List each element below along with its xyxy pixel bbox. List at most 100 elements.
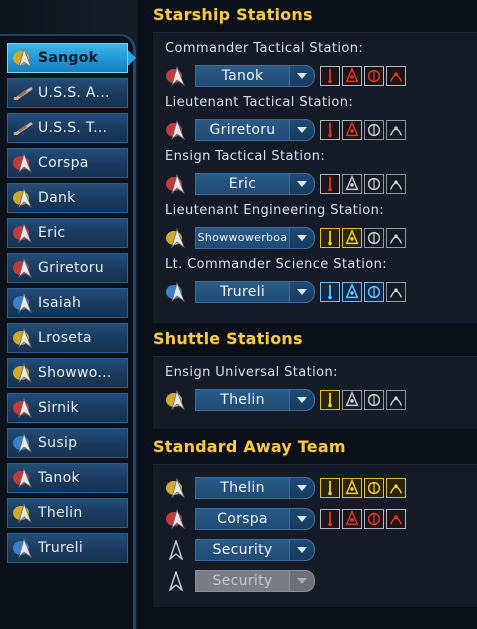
station-label: Lieutenant Engineering Station: (165, 203, 384, 218)
chevron-down-icon[interactable] (289, 539, 315, 561)
delta-badge-blue-icon (8, 534, 38, 562)
engineering-ability-icon[interactable] (386, 478, 406, 498)
engineering-ability-icon[interactable] (342, 478, 362, 498)
chevron-down-icon[interactable] (289, 477, 315, 499)
station-label: Ensign Tactical Station: (165, 149, 326, 164)
tactical-ability-icon[interactable] (386, 66, 406, 86)
tactical-ability-icon[interactable] (342, 120, 362, 140)
sidebar-item-label: Tanok (38, 470, 80, 486)
officer-dropdown-value: Thelin (195, 389, 289, 411)
officer-dropdown[interactable]: Thelin (195, 477, 315, 499)
officer-dropdown[interactable]: Eric (195, 173, 315, 195)
sidebar-item-label: Corspa (38, 155, 89, 171)
science-ability-icon[interactable] (320, 282, 340, 302)
sidebar-item-label: U.S.S. A... (38, 85, 110, 101)
delta-badge-red-icon (8, 254, 38, 282)
chevron-down-icon[interactable] (289, 389, 315, 411)
sidebar-item[interactable]: Trureli (7, 533, 128, 563)
sidebar-item-label: U.S.S. T... (38, 120, 108, 136)
sidebar-item[interactable]: U.S.S. T... (7, 113, 128, 143)
starship-stations-title: Starship Stations (153, 5, 313, 24)
sidebar-item[interactable]: Sangok (7, 43, 136, 73)
engineering-ability-icon[interactable] (320, 478, 340, 498)
officer-dropdown[interactable]: Security (195, 539, 315, 561)
empty-ability-slot-icon[interactable] (364, 390, 384, 410)
delta-badge-gold-icon (163, 388, 189, 412)
sidebar-item[interactable]: Sirnik (7, 393, 128, 423)
officer-dropdown[interactable]: Trureli (195, 281, 315, 303)
ability-slots (320, 478, 406, 498)
officer-dropdown-value: Eric (195, 173, 289, 195)
tactical-ability-icon[interactable] (364, 509, 384, 529)
station-label: Lt. Commander Science Station: (165, 257, 388, 272)
engineering-ability-icon[interactable] (320, 228, 340, 248)
tactical-ability-icon[interactable] (342, 509, 362, 529)
away-team-title: Standard Away Team (153, 437, 346, 456)
delta-badge-red-icon (8, 149, 38, 177)
officer-dropdown[interactable]: Griretoru (195, 119, 315, 141)
sidebar-item[interactable]: Isaiah (7, 288, 128, 318)
engineering-ability-icon[interactable] (364, 478, 384, 498)
delta-badge-gold-icon (8, 184, 38, 212)
delta-badge-gold-icon (8, 324, 38, 352)
sidebar-item[interactable]: Thelin (7, 498, 128, 528)
delta-badge-red-icon (163, 172, 189, 196)
sidebar-item[interactable]: Eric (7, 218, 128, 248)
delta-badge-gold-icon (8, 44, 38, 72)
engineering-ability-icon[interactable] (342, 228, 362, 248)
sidebar-item[interactable]: Griretoru (7, 253, 128, 283)
tactical-ability-icon[interactable] (320, 120, 340, 140)
tactical-ability-icon[interactable] (320, 174, 340, 194)
chevron-down-icon[interactable] (289, 281, 315, 303)
ability-slots (320, 509, 406, 529)
empty-ability-slot-icon[interactable] (342, 174, 362, 194)
officer-dropdown[interactable]: Corspa (195, 508, 315, 530)
sidebar-item[interactable]: Lroseta (7, 323, 128, 353)
officer-dropdown[interactable]: Thelin (195, 389, 315, 411)
delta-badge-blue-icon (8, 289, 38, 317)
science-ability-icon[interactable] (342, 282, 362, 302)
empty-ability-slot-icon[interactable] (364, 174, 384, 194)
officer-dropdown-value: Tanok (195, 65, 289, 87)
science-ability-icon[interactable] (364, 282, 384, 302)
chevron-down-icon (289, 570, 315, 592)
delta-badge-red-icon (8, 464, 38, 492)
tactical-ability-icon[interactable] (364, 66, 384, 86)
sidebar-item[interactable]: Susip (7, 428, 128, 458)
empty-ability-slot-icon[interactable] (364, 120, 384, 140)
sidebar-item[interactable]: Tanok (7, 463, 128, 493)
empty-ability-slot-icon[interactable] (364, 228, 384, 248)
chevron-down-icon[interactable] (289, 65, 315, 87)
delta-badge-red-icon (8, 394, 38, 422)
chevron-down-icon[interactable] (289, 119, 315, 141)
tactical-ability-icon[interactable] (320, 66, 340, 86)
empty-ability-slot-icon[interactable] (386, 228, 406, 248)
officer-dropdown-value: Security (195, 570, 289, 592)
officer-dropdown[interactable]: Tanok (195, 65, 315, 87)
station-label: Lieutenant Tactical Station: (165, 95, 354, 110)
sidebar-item[interactable]: Dank (7, 183, 128, 213)
tactical-ability-icon[interactable] (342, 66, 362, 86)
sidebar-item[interactable]: Showwo... (7, 358, 128, 388)
engineering-ability-icon[interactable] (320, 390, 340, 410)
empty-ability-slot-icon[interactable] (342, 390, 362, 410)
sidebar-item[interactable]: U.S.S. A... (7, 78, 128, 108)
empty-ability-slot-icon[interactable] (386, 120, 406, 140)
sidebar-item-label: Susip (38, 435, 78, 451)
officer-dropdown[interactable]: Showwowerboa (195, 227, 315, 249)
chevron-down-icon[interactable] (289, 173, 315, 195)
empty-ability-slot-icon[interactable] (386, 390, 406, 410)
sidebar-item-label: Isaiah (38, 295, 82, 311)
empty-ability-slot-icon[interactable] (386, 174, 406, 194)
officer-dropdown-value: Security (195, 539, 289, 561)
delta-badge-gold-icon (163, 476, 189, 500)
station-label: Commander Tactical Station: (165, 41, 364, 56)
empty-ability-slot-icon[interactable] (386, 282, 406, 302)
tactical-ability-icon[interactable] (320, 509, 340, 529)
sidebar-item[interactable]: Corspa (7, 148, 128, 178)
officer-dropdown-value: Griretoru (195, 119, 289, 141)
delta-badge-red-icon (163, 507, 189, 531)
chevron-down-icon[interactable] (289, 227, 315, 249)
chevron-down-icon[interactable] (289, 508, 315, 530)
tactical-ability-icon[interactable] (386, 509, 406, 529)
